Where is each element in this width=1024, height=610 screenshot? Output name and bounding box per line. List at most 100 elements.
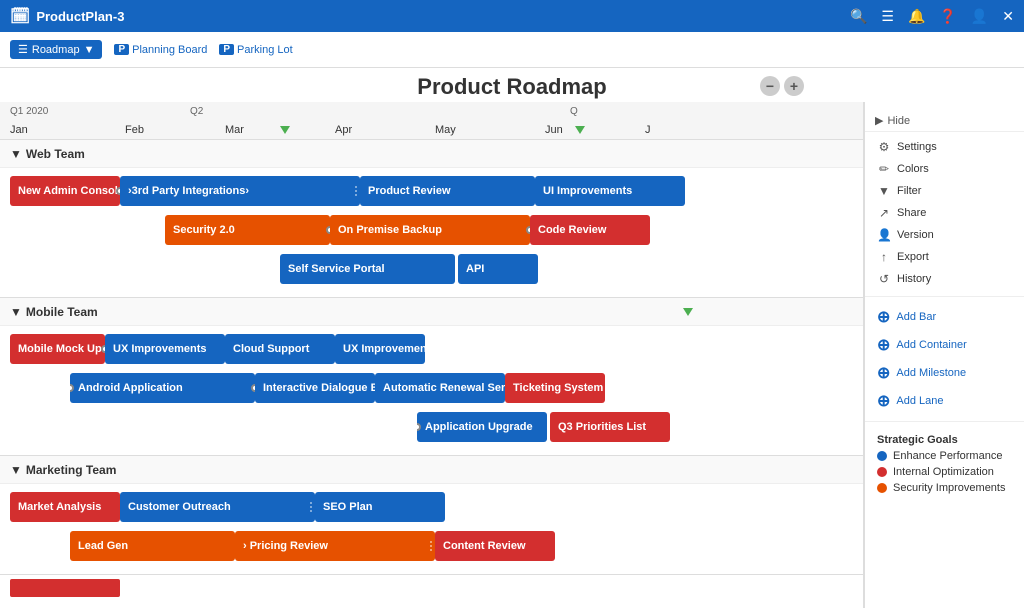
interactive-dialogue-bar[interactable]: Interactive Dialogue Box — [255, 373, 375, 403]
ux-improvements-bar[interactable]: UX Improvements — [105, 334, 225, 364]
marketing-team-rows: Market Analysis Customer Outreach SEO Pl… — [0, 484, 863, 574]
product-review-bar[interactable]: Product Review — [360, 176, 535, 206]
seo-plan-bar[interactable]: SEO Plan — [315, 492, 445, 522]
chevron-right-icon: ▶ — [875, 114, 883, 127]
legend-internal-label: Internal Optimization — [893, 466, 994, 478]
add-lane-item[interactable]: ⊕ Add Lane — [865, 387, 1024, 415]
marker-jun — [575, 126, 585, 134]
strategic-goals-title: Strategic Goals — [865, 428, 1024, 448]
search-icon[interactable]: 🔍 — [850, 8, 867, 25]
web-team-chevron: ▼ — [10, 147, 22, 161]
app-logo: 🗓 — [10, 6, 30, 26]
content-review-bar[interactable]: Content Review — [435, 531, 555, 561]
settings-icon: ⚙ — [877, 140, 891, 154]
app-title: ProductPlan-3 — [36, 9, 124, 24]
page-title: Product Roadmap — [417, 74, 606, 99]
settings-item[interactable]: ⚙ Settings — [865, 136, 1024, 158]
parking-lot-link[interactable]: P Parking Lot — [219, 44, 292, 56]
parking-lot-label: Parking Lot — [237, 44, 293, 56]
close-icon[interactable]: ✕ — [1002, 8, 1014, 25]
marketing-team-header[interactable]: ▼ Marketing Team — [0, 456, 863, 484]
export-item[interactable]: ↑ Export — [865, 246, 1024, 268]
q3-priorities-bar[interactable]: Q3 Priorities List — [550, 412, 670, 442]
version-item[interactable]: 👤 Version — [865, 224, 1024, 246]
mobile-row-3: Application Upgrade Q3 Priorities List — [10, 410, 863, 444]
month-jun: Jun — [545, 124, 645, 136]
month-feb: Feb — [125, 124, 225, 136]
mobile-team-chevron: ▼ — [10, 305, 22, 319]
customer-outreach-bar[interactable]: Customer Outreach — [120, 492, 315, 522]
sidebar-divider-1 — [865, 296, 1024, 297]
marketing-row-2: Lead Gen › Pricing Review Content Review — [10, 529, 863, 563]
colors-item[interactable]: ✏ Colors — [865, 158, 1024, 180]
parking-lot-icon: P — [219, 44, 234, 55]
share-label: Share — [897, 207, 926, 219]
ticketing-system-bar[interactable]: Ticketing System — [505, 373, 605, 403]
mobile-team-header[interactable]: ▼ Mobile Team — [0, 298, 863, 326]
help-icon[interactable]: ❓ — [939, 8, 956, 25]
on-premise-backup-bar[interactable]: On Premise Backup — [330, 215, 530, 245]
add-bar-label: Add Bar — [896, 311, 936, 323]
add-bar-icon: ⊕ — [877, 307, 890, 327]
add-lane-label: Add Lane — [896, 395, 943, 407]
code-review-bar[interactable]: Code Review — [530, 215, 650, 245]
main-area: Q1 2020 Q2 Q Jan Feb Mar Apr May Jun J — [0, 102, 1024, 608]
add-milestone-item[interactable]: ⊕ Add Milestone — [865, 359, 1024, 387]
marketing-team-section: ▼ Marketing Team Market Analysis Custome… — [0, 456, 863, 575]
hide-button[interactable]: ▶ Hide — [865, 110, 1024, 132]
bottom-bar-area — [0, 575, 863, 601]
zoom-in-button[interactable]: + — [784, 76, 804, 96]
roadmap-button[interactable]: ☰ Roadmap ▼ — [10, 40, 102, 59]
mobile-row-1: Mobile Mock Up UX Improvements Cloud Sup… — [10, 332, 863, 366]
bar-dot-left-app — [417, 423, 421, 431]
mobile-row-2: Android Application Interactive Dialogue… — [10, 371, 863, 405]
share-icon: ↗ — [877, 206, 891, 220]
share-item[interactable]: ↗ Share — [865, 202, 1024, 224]
planning-board-label: Planning Board — [132, 44, 207, 56]
web-team-header[interactable]: ▼ Web Team — [0, 140, 863, 168]
auto-renewal-bar[interactable]: Automatic Renewal Service — [375, 373, 505, 403]
month-mar: Mar — [225, 124, 335, 136]
legend-enhance: Enhance Performance — [865, 448, 1024, 464]
bar-grip-pr — [430, 541, 432, 551]
filter-item[interactable]: ▼ Filter — [865, 180, 1024, 202]
security-2-bar[interactable]: Security 2.0 — [165, 215, 330, 245]
3rd-party-integrations-bar[interactable]: › 3rd Party Integrations › — [120, 176, 360, 206]
top-bar: 🗓 ProductPlan-3 🔍 ☰ 🔔 ❓ 👤 ✕ — [0, 0, 1024, 32]
ux-improvements-2-bar[interactable]: UX Improvements — [335, 334, 425, 364]
add-bar-item[interactable]: ⊕ Add Bar — [865, 303, 1024, 331]
sidebar: ▶ Hide ⚙ Settings ✏ Colors ▼ Filter ↗ Sh… — [864, 102, 1024, 608]
pricing-review-bar[interactable]: › Pricing Review — [235, 531, 435, 561]
android-app-bar[interactable]: Android Application — [70, 373, 255, 403]
marker-mar — [280, 126, 290, 134]
web-team-section: ▼ Web Team New Admin Console › 3rd Party… — [0, 140, 863, 298]
app-title-area: 🗓 ProductPlan-3 — [10, 6, 124, 26]
month-apr: Apr — [335, 124, 435, 136]
market-analysis-bar[interactable]: Market Analysis — [10, 492, 120, 522]
cloud-support-bar[interactable]: Cloud Support — [225, 334, 335, 364]
planning-board-link[interactable]: P Planning Board — [114, 44, 207, 56]
version-label: Version — [897, 229, 934, 241]
history-item[interactable]: ↺ History — [865, 268, 1024, 290]
mobile-mock-up-bar[interactable]: Mobile Mock Up — [10, 334, 105, 364]
api-bar[interactable]: API — [458, 254, 538, 284]
new-admin-console-bar[interactable]: New Admin Console — [10, 176, 120, 206]
lead-gen-bar[interactable]: Lead Gen — [70, 531, 235, 561]
marketing-row-1: Market Analysis Customer Outreach SEO Pl… — [10, 490, 863, 524]
hide-label: Hide — [887, 115, 910, 127]
bottom-partial-bar[interactable] — [10, 579, 120, 597]
bar-grip-co — [310, 502, 312, 512]
month-may: May — [435, 124, 545, 136]
filter-label: Filter — [897, 185, 921, 197]
self-service-portal-bar[interactable]: Self Service Portal — [280, 254, 455, 284]
bell-icon[interactable]: 🔔 — [908, 8, 925, 25]
add-container-item[interactable]: ⊕ Add Container — [865, 331, 1024, 359]
legend-dot-security — [877, 483, 887, 493]
zoom-out-button[interactable]: − — [760, 76, 780, 96]
top-bar-icons: 🔍 ☰ 🔔 ❓ 👤 ✕ — [850, 8, 1014, 25]
user-icon[interactable]: 👤 — [971, 8, 988, 25]
menu-icon[interactable]: ☰ — [881, 8, 894, 25]
app-upgrade-bar[interactable]: Application Upgrade — [417, 412, 547, 442]
ui-improvements-bar[interactable]: UI Improvements — [535, 176, 685, 206]
roadmap-chevron: ▼ — [84, 44, 95, 56]
